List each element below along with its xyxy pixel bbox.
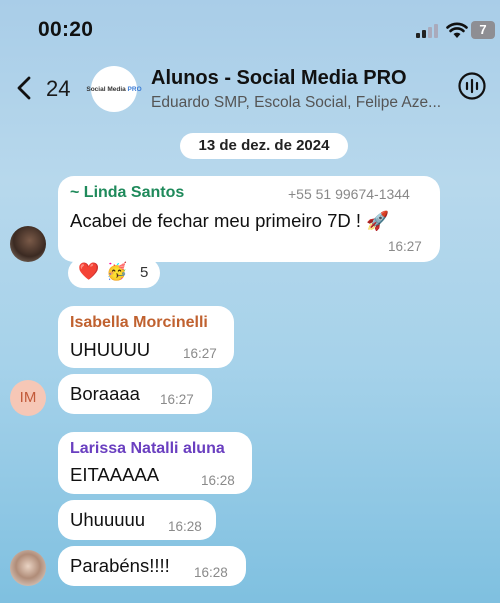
- chat-header: 24 Social Media PRO Alunos - Social Medi…: [0, 58, 500, 120]
- reaction-count: 5: [140, 264, 149, 281]
- chevron-left-icon: [17, 76, 31, 100]
- message-bubble-4[interactable]: Larissa Natalli aluna EITAAAAA 16:28: [58, 432, 252, 494]
- message-reactions[interactable]: ❤️ 🥳 5: [68, 258, 160, 288]
- cellular-signal-icon: [416, 24, 440, 38]
- battery-icon: 7: [471, 21, 495, 39]
- message-sender[interactable]: ~ Linda Santos: [70, 184, 184, 202]
- wifi-icon: [446, 22, 468, 38]
- back-button[interactable]: 24: [12, 70, 76, 106]
- message-time: 16:28: [194, 565, 228, 580]
- avatar-larissa-natalli[interactable]: [10, 550, 46, 586]
- message-text: Uhuuuuu: [70, 509, 146, 530]
- message-time: 16:27: [160, 392, 194, 407]
- message-bubble-3[interactable]: Boraaaa 16:27: [58, 374, 212, 414]
- voice-chat-icon[interactable]: [457, 71, 487, 101]
- sender-phone: +55 51 99674-1344: [288, 186, 410, 202]
- chat-title[interactable]: Alunos - Social Media PRO: [151, 67, 407, 90]
- message-text: Boraaaa: [70, 383, 140, 404]
- party-face-reaction-icon[interactable]: 🥳: [106, 262, 127, 282]
- date-separator: 13 de dez. de 2024: [180, 133, 348, 159]
- message-text: UHUUUU: [70, 339, 151, 360]
- message-bubble-6[interactable]: Parabéns!!!! 16:28: [58, 546, 246, 586]
- message-time: 16:27: [388, 239, 422, 254]
- group-avatar[interactable]: Social Media PRO: [86, 66, 142, 112]
- status-bar: 00:20 7: [0, 0, 500, 60]
- message-time: 16:28: [201, 473, 235, 488]
- message-sender[interactable]: Larissa Natalli aluna: [70, 440, 225, 458]
- group-logo: Social Media PRO: [86, 85, 142, 93]
- chat-members[interactable]: Eduardo SMP, Escola Social, Felipe Aze..…: [151, 94, 451, 112]
- message-sender[interactable]: Isabella Morcinelli: [70, 314, 208, 332]
- avatar-initials-im[interactable]: IM: [10, 380, 46, 416]
- avatar-linda-santos[interactable]: [10, 226, 46, 262]
- message-time: 16:27: [183, 346, 217, 361]
- message-bubble-1[interactable]: ~ Linda Santos +55 51 99674-1344 Acabei …: [58, 176, 440, 262]
- unread-count: 24: [46, 76, 71, 101]
- message-text: EITAAAAA: [70, 464, 160, 485]
- message-bubble-2[interactable]: Isabella Morcinelli UHUUUU 16:27: [58, 306, 234, 368]
- message-bubble-5[interactable]: Uhuuuuu 16:28: [58, 500, 216, 540]
- message-text: Parabéns!!!!: [70, 555, 170, 576]
- status-time: 00:20: [38, 18, 94, 41]
- message-text: Acabei de fechar meu primeiro 7D ! 🚀: [70, 210, 390, 231]
- heart-reaction-icon[interactable]: ❤️: [78, 262, 99, 282]
- message-time: 16:28: [168, 519, 202, 534]
